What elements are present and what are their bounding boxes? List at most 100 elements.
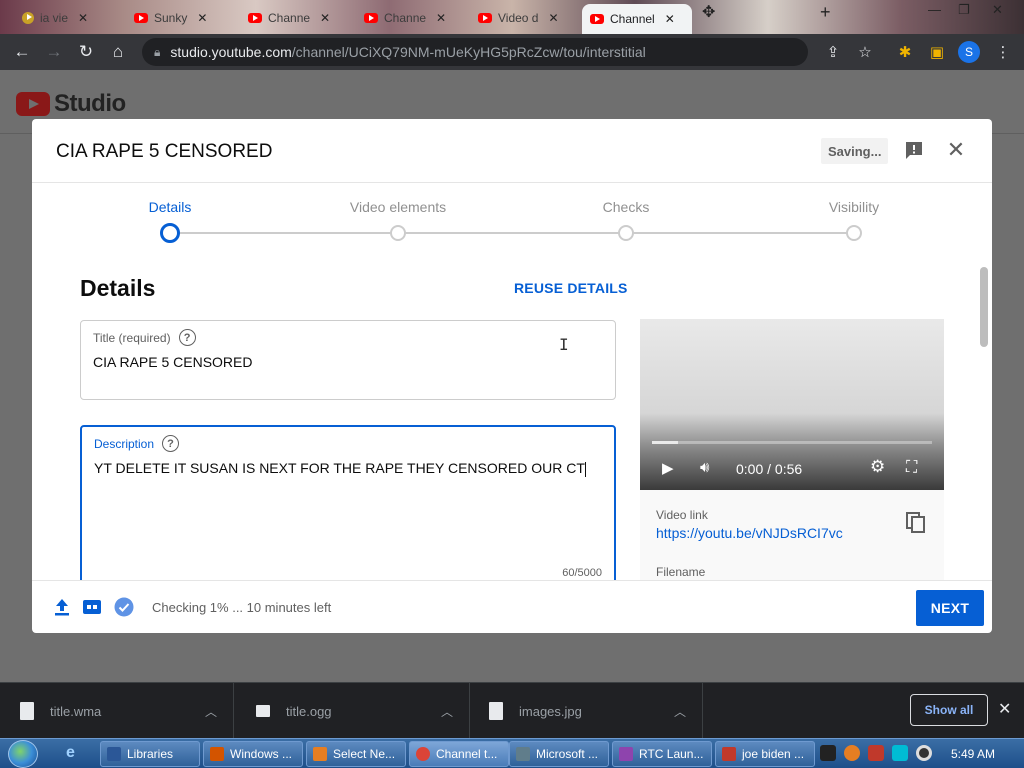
- browser-tab-active[interactable]: Channel ✕: [582, 4, 692, 34]
- media-player-icon: [210, 747, 224, 761]
- close-tab-icon[interactable]: ✕: [548, 11, 558, 25]
- taskbar-button[interactable]: Windows ...: [203, 741, 303, 767]
- chevron-up-icon[interactable]: ︿: [205, 703, 217, 720]
- browser-toolbar: ← → ↻ ⌂ 🔒︎ studio.youtube.com/channel/UC…: [0, 34, 1024, 70]
- settings-gear-icon[interactable]: ⚙: [870, 457, 885, 477]
- sidepanel-icon[interactable]: ▣: [922, 36, 952, 68]
- taskbar-button[interactable]: RTC Laun...: [612, 741, 712, 767]
- title-input[interactable]: CIA RAPE 5 CENSORED: [93, 354, 603, 370]
- home-icon[interactable]: ⌂: [102, 36, 134, 68]
- step-checks[interactable]: Checks: [556, 199, 696, 241]
- download-item[interactable]: images.jpg ︿: [469, 683, 703, 739]
- back-icon[interactable]: ←: [6, 36, 38, 68]
- video-link[interactable]: https://youtu.be/vNJDsRCI7vc: [656, 525, 843, 541]
- close-tab-icon[interactable]: ✕: [197, 11, 207, 25]
- stepper-track: [178, 232, 858, 234]
- copy-icon[interactable]: [906, 512, 926, 534]
- tray-app-icon[interactable]: [916, 745, 932, 761]
- close-tab-icon[interactable]: ✕: [436, 11, 446, 25]
- volume-icon[interactable]: 🔊︎: [700, 459, 709, 476]
- dialog-title: CIA RAPE 5 CENSORED: [56, 141, 273, 162]
- minimize-icon[interactable]: —: [928, 2, 941, 17]
- help-icon[interactable]: ?: [178, 329, 196, 346]
- taskbar-button[interactable]: joe biden ...: [715, 741, 815, 767]
- progress-buffer: [652, 441, 678, 444]
- close-icon[interactable]: ✕: [998, 699, 1011, 719]
- move-icon[interactable]: ✥: [702, 2, 715, 22]
- forward-icon[interactable]: →: [38, 36, 70, 68]
- step-video-elements[interactable]: Video elements: [328, 199, 468, 241]
- close-window-icon[interactable]: ✕: [992, 2, 1003, 18]
- extensions-icon[interactable]: ✱: [890, 36, 920, 68]
- video-meta-panel: Video link https://youtu.be/vNJDsRCI7vc …: [640, 490, 944, 580]
- description-input[interactable]: YT DELETE IT SUSAN IS NEXT FOR THE RAPE …: [94, 460, 602, 477]
- youtube-favicon-icon: [478, 13, 492, 23]
- player-time: 0:00 / 0:56: [736, 461, 803, 477]
- fullscreen-icon[interactable]: ⛶: [906, 459, 917, 477]
- taskbar-button[interactable]: Microsoft ...: [509, 741, 609, 767]
- play-icon[interactable]: ▶: [662, 459, 674, 477]
- reload-icon[interactable]: ↻: [70, 36, 102, 68]
- taskbar-button-active[interactable]: Channel t...: [409, 741, 509, 767]
- lock-icon: 🔒︎: [154, 44, 161, 59]
- youtube-logo-icon: [16, 92, 50, 116]
- close-tab-icon[interactable]: ✕: [665, 12, 675, 26]
- taskbar-button[interactable]: Libraries: [100, 741, 200, 767]
- download-item[interactable]: title.ogg ︿: [236, 683, 470, 739]
- video-player[interactable]: ▶ 🔊︎ 0:00 / 0:56 ⚙ ⛶: [640, 319, 944, 490]
- chrome-icon: [416, 747, 430, 761]
- profile-button[interactable]: S: [954, 36, 984, 68]
- tray-app-icon[interactable]: [820, 745, 836, 761]
- studio-logo[interactable]: Studio: [16, 90, 126, 118]
- description-field[interactable]: Description ? YT DELETE IT SUSAN IS NEXT…: [80, 425, 616, 580]
- step-visibility[interactable]: Visibility: [784, 199, 924, 241]
- feedback-icon[interactable]: [904, 140, 924, 160]
- content-scrollbar[interactable]: [980, 267, 988, 347]
- close-tab-icon[interactable]: ✕: [320, 11, 330, 25]
- app-icon: [722, 747, 736, 761]
- app-icon: [619, 747, 633, 761]
- close-tab-icon[interactable]: ✕: [78, 11, 88, 25]
- tray-app-icon[interactable]: [844, 745, 860, 761]
- step-details[interactable]: Details: [100, 199, 240, 243]
- show-all-button[interactable]: Show all: [910, 694, 988, 726]
- youtube-favicon-icon: [364, 13, 378, 23]
- next-button[interactable]: NEXT: [916, 590, 984, 626]
- bookmark-star-icon[interactable]: ☆: [850, 36, 880, 68]
- player-progress[interactable]: [652, 441, 932, 444]
- browser-tab[interactable]: Video d ✕: [470, 4, 580, 32]
- step-indicator: [618, 225, 634, 241]
- text-cursor-icon: I: [559, 335, 569, 354]
- browser-tab[interactable]: Channe ✕: [356, 4, 470, 32]
- tray-network-icon[interactable]: [892, 745, 908, 761]
- dialog-content: Details REUSE DETAILS Title (required) ?…: [32, 253, 992, 580]
- share-icon[interactable]: ⇪: [818, 36, 848, 68]
- saving-badge: Saving...: [821, 138, 889, 164]
- upload-dialog: CIA RAPE 5 CENSORED Saving... ✕ Details …: [32, 119, 992, 633]
- step-indicator: [846, 225, 862, 241]
- section-heading: Details: [80, 275, 156, 301]
- browser-tab[interactable]: Channe ✕: [240, 4, 354, 32]
- chevron-up-icon[interactable]: ︿: [674, 703, 686, 720]
- internet-explorer-icon[interactable]: e: [66, 744, 75, 762]
- download-item[interactable]: title.wma ︿: [0, 683, 234, 739]
- address-bar[interactable]: 🔒︎ studio.youtube.com/channel/UCiXQ79NM-…: [142, 38, 808, 66]
- taskbar-button[interactable]: Select Ne...: [306, 741, 406, 767]
- chevron-up-icon[interactable]: ︿: [441, 703, 453, 720]
- title-field[interactable]: Title (required) ? CIA RAPE 5 CENSORED: [80, 320, 616, 400]
- audio-file-icon: [20, 702, 34, 720]
- browser-tab[interactable]: Sunky ✕: [126, 4, 238, 32]
- hd-processing-icon: [83, 600, 101, 614]
- dialog-header: CIA RAPE 5 CENSORED Saving... ✕: [32, 119, 992, 183]
- menu-kebab-icon[interactable]: ⋮: [988, 36, 1018, 68]
- restore-icon[interactable]: ❐: [958, 2, 970, 18]
- start-button[interactable]: [8, 740, 38, 768]
- video-link-label: Video link: [656, 508, 708, 522]
- help-icon[interactable]: ?: [162, 435, 180, 452]
- close-icon[interactable]: ✕: [946, 139, 966, 161]
- browser-tab[interactable]: ia vie ✕: [14, 4, 122, 32]
- tab-favicon-icon: [22, 12, 34, 24]
- new-tab-icon[interactable]: +: [820, 2, 831, 23]
- reuse-details-button[interactable]: REUSE DETAILS: [514, 280, 628, 296]
- tray-flag-icon[interactable]: [868, 745, 884, 761]
